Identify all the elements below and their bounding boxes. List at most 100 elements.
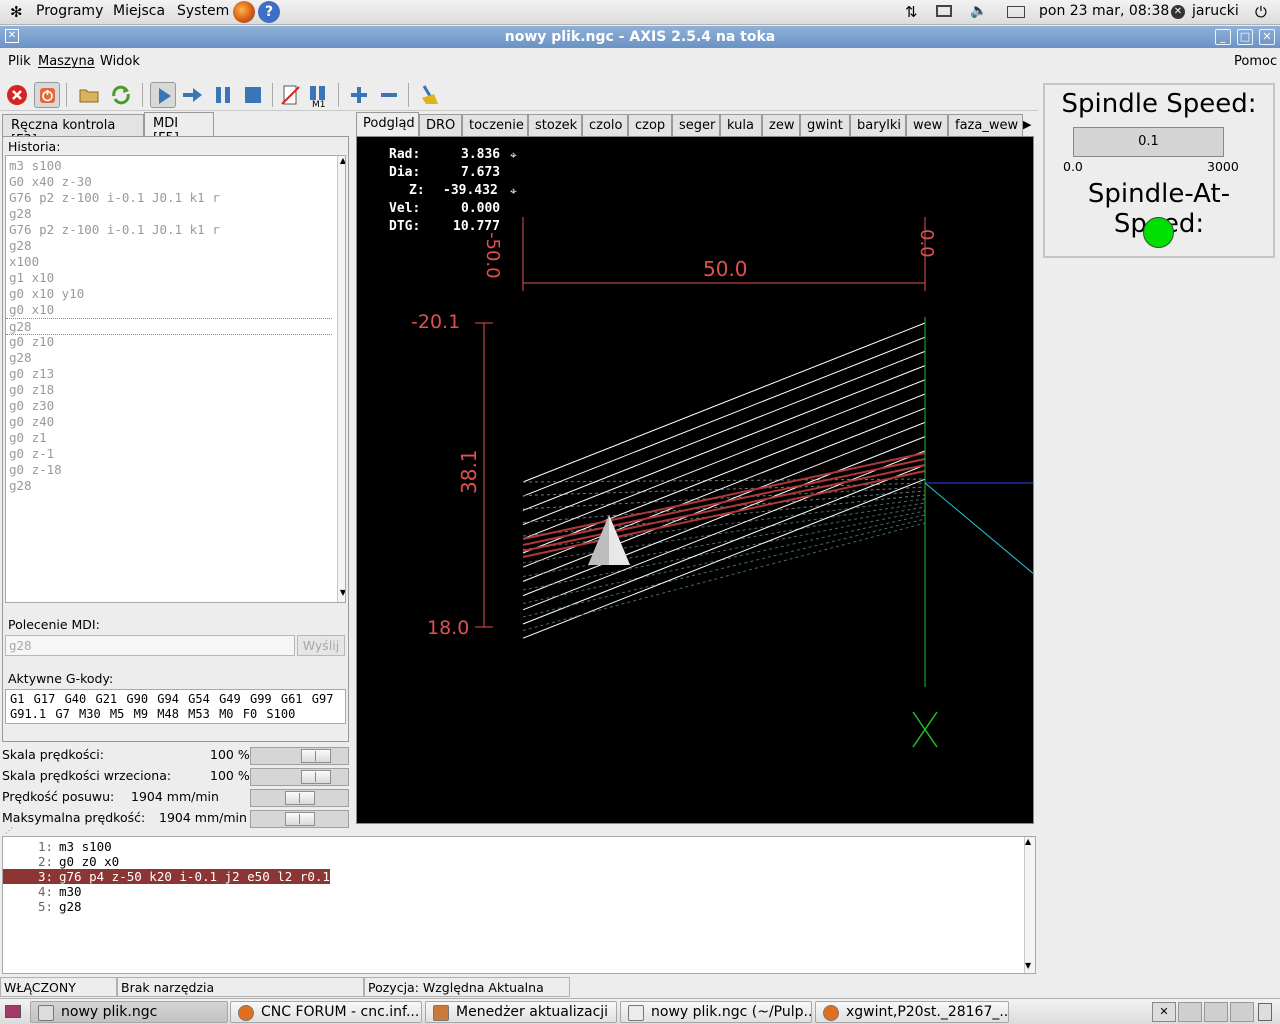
mdi-command-input[interactable]: g28 xyxy=(5,635,295,656)
history-item[interactable]: m3 s100 xyxy=(9,158,62,173)
menu-places[interactable]: Miejsca xyxy=(113,3,165,19)
tab-kula[interactable]: kula xyxy=(720,114,762,137)
tab-wew[interactable]: wew xyxy=(906,114,948,137)
menu-programs[interactable]: Programy xyxy=(36,3,103,19)
history-list[interactable]: m3 s100 G0 x40 z-30 G76 p2 z-100 i-0.1 J0.… xyxy=(5,155,346,603)
taskbar-item[interactable]: CNC FORUM - cnc.inf... xyxy=(230,1001,422,1023)
scroll-down-icon[interactable]: ▼ xyxy=(338,588,345,600)
slider-handle[interactable] xyxy=(285,812,315,826)
scroll-up-icon[interactable]: ▲ xyxy=(338,156,345,168)
taskbar-item[interactable]: nowy plik.ngc (~/Pulp... xyxy=(620,1001,812,1023)
step-icon[interactable] xyxy=(180,82,206,108)
menu-help[interactable]: Pomoc xyxy=(1234,54,1277,69)
clear-plot-icon[interactable] xyxy=(416,82,442,108)
gcode-listing[interactable]: 1: m3 s100 2: g0 z0 x0 3: g76 p4 z-50 k20 i-0… xyxy=(2,836,1036,974)
trash-icon[interactable] xyxy=(1258,1003,1272,1021)
gcode-line[interactable]: 1: m3 s100 xyxy=(3,839,112,854)
show-desktop-icon[interactable] xyxy=(5,1005,21,1018)
tab-dro[interactable]: DRO xyxy=(419,114,462,137)
history-item[interactable]: g0 z-1 xyxy=(9,446,54,461)
history-item[interactable]: g28 xyxy=(9,478,32,493)
taskbar-item[interactable]: nowy plik.ngc xyxy=(30,1001,228,1023)
history-item[interactable]: G0 x40 z-30 xyxy=(9,174,92,189)
minimize-button[interactable]: _ xyxy=(1215,29,1231,45)
slider-handle[interactable] xyxy=(285,791,315,805)
taskbar-item[interactable]: xgwint,P20st._28167_... xyxy=(815,1001,1009,1023)
history-item[interactable]: g0 z40 xyxy=(9,414,54,429)
power-icon[interactable]: ⏻ xyxy=(1255,3,1267,21)
reload-icon[interactable] xyxy=(108,82,134,108)
history-item[interactable]: g0 z18 xyxy=(9,382,54,397)
workspace-switcher-icon[interactable]: ✕ xyxy=(1152,1002,1176,1022)
history-item[interactable]: g0 z10 xyxy=(9,334,54,349)
gcode-line[interactable]: 2: g0 z0 x0 xyxy=(3,854,119,869)
zoom-out-icon[interactable] xyxy=(376,82,402,108)
close-button[interactable]: ✕ xyxy=(1259,29,1275,45)
menu-machine[interactable]: Maszyna xyxy=(38,54,95,69)
history-item[interactable]: G76 p2 z-100 i-0.1 J0.1 k1 r xyxy=(9,190,220,205)
workspace-3[interactable] xyxy=(1204,1002,1228,1022)
stop-icon[interactable] xyxy=(240,82,266,108)
history-item[interactable]: g28 xyxy=(9,238,32,253)
history-item[interactable]: g1 x10 xyxy=(9,270,54,285)
tab-czolo[interactable]: czolo xyxy=(582,114,628,137)
menu-file[interactable]: Plik xyxy=(8,54,31,69)
volume-icon[interactable]: 🔈 xyxy=(970,3,987,19)
history-item[interactable]: g28 xyxy=(9,206,32,221)
override-slider[interactable] xyxy=(250,810,349,828)
history-item[interactable]: g0 z13 xyxy=(9,366,54,381)
tab-faza-wew[interactable]: faza_wew xyxy=(948,114,1023,137)
workspace-4[interactable] xyxy=(1230,1002,1254,1022)
gnome-foot-icon[interactable]: ✻ xyxy=(10,4,26,20)
tab-toczenie[interactable]: toczenie xyxy=(462,114,528,137)
history-item[interactable]: g0 z-18 xyxy=(9,462,62,477)
user-name[interactable]: jarucki xyxy=(1192,3,1239,19)
mdi-send-button[interactable]: Wyślij xyxy=(297,635,345,656)
gcode-line[interactable]: 4: m30 xyxy=(3,884,82,899)
menu-system[interactable]: System xyxy=(177,3,229,19)
optional-stop-icon[interactable]: M1 xyxy=(306,82,332,110)
run-icon[interactable] xyxy=(150,82,176,108)
block-delete-icon[interactable] xyxy=(278,82,304,108)
taskbar-item[interactable]: Menedżer aktualizacji xyxy=(425,1001,617,1023)
tab-mdi[interactable]: MDI [F5] xyxy=(144,112,214,146)
zoom-in-icon[interactable] xyxy=(346,82,372,108)
mail-icon[interactable] xyxy=(1007,6,1025,18)
open-file-icon[interactable] xyxy=(76,82,102,108)
clock[interactable]: pon 23 mar, 08:38 xyxy=(1039,3,1169,19)
slider-handle[interactable] xyxy=(301,749,331,763)
override-slider[interactable] xyxy=(250,747,349,765)
history-item[interactable]: g0 z1 xyxy=(9,430,47,445)
gcode-line[interactable]: 3: g76 p4 z-50 k20 i-0.1 j2 e50 l2 r0.1 xyxy=(3,869,330,884)
tabs-scroll-right-icon[interactable]: ▶ xyxy=(1023,115,1035,135)
history-item[interactable]: g28 xyxy=(6,318,332,335)
slider-handle[interactable] xyxy=(301,770,331,784)
tab-manual-control[interactable]: Ręczna kontrola [F3] xyxy=(2,114,144,148)
history-scrollbar[interactable]: ▲ ▼ xyxy=(337,156,345,602)
display-icon[interactable] xyxy=(936,5,952,17)
tab-barylki[interactable]: barylki xyxy=(850,114,906,137)
scroll-up-icon[interactable]: ▲ xyxy=(1025,837,1031,846)
network-icon[interactable]: ⇅ xyxy=(905,3,918,21)
tab-czop[interactable]: czop xyxy=(628,114,672,137)
history-item[interactable]: x100 xyxy=(9,254,39,269)
tab-podgl-d[interactable]: Podgląd xyxy=(356,112,419,137)
maximize-button[interactable]: □ xyxy=(1237,29,1253,45)
history-item[interactable]: g28 xyxy=(9,350,32,365)
help-icon[interactable]: ? xyxy=(258,1,280,23)
tab-gwint[interactable]: gwint xyxy=(800,114,850,137)
workspace-2[interactable] xyxy=(1178,1002,1202,1022)
tab-zew[interactable]: zew xyxy=(762,114,800,137)
tab-stozek[interactable]: stozek xyxy=(528,114,582,137)
pane-resize-handle[interactable]: ⋰ xyxy=(5,826,13,835)
scroll-down-icon[interactable]: ▼ xyxy=(1025,961,1031,970)
history-item[interactable]: g0 x10 y10 xyxy=(9,286,84,301)
gcode-line[interactable]: 5: g28 xyxy=(3,899,82,914)
menu-view[interactable]: Widok xyxy=(100,54,140,69)
estop-icon[interactable] xyxy=(4,82,30,108)
firefox-icon[interactable] xyxy=(233,1,255,23)
machine-power-icon[interactable] xyxy=(34,82,60,108)
window-titlebar[interactable]: ✕ nowy plik.ngc - AXIS 2.5.4 na toka _ □… xyxy=(0,26,1280,48)
override-slider[interactable] xyxy=(250,789,349,807)
history-item[interactable]: g0 x10 xyxy=(9,302,54,317)
